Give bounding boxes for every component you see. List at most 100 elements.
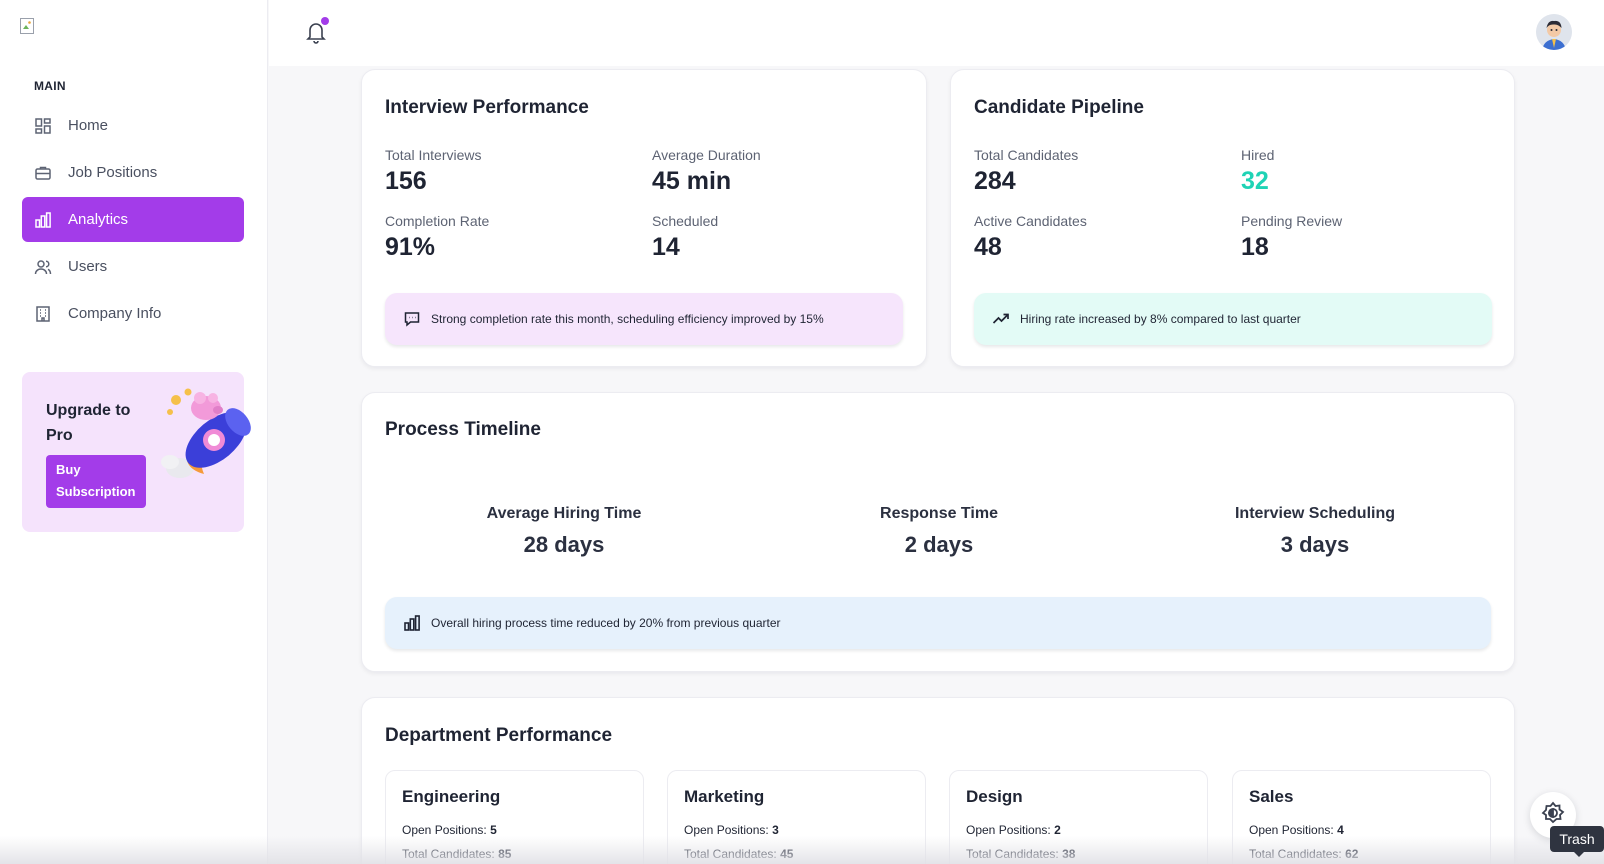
department-open-positions: Open Positions: 5 xyxy=(402,823,497,837)
building-icon xyxy=(34,305,52,323)
briefcase-icon xyxy=(34,164,52,182)
upgrade-card: Upgrade to Pro Buy Subscription xyxy=(22,372,251,532)
stat-completion-rate: Completion Rate 91% xyxy=(385,213,489,262)
stat-value: 18 xyxy=(1241,233,1269,261)
open-positions-value: 4 xyxy=(1337,823,1344,837)
notification-badge xyxy=(321,17,329,25)
stat-label: Total Interviews xyxy=(385,147,482,163)
note-text: Hiring rate increased by 8% compared to … xyxy=(1020,312,1301,326)
total-candidates-label: Total Candidates: xyxy=(684,847,777,861)
timeline-average-hiring-time: Average Hiring Time 28 days xyxy=(444,505,684,558)
stat-average-duration: Average Duration 45 min xyxy=(652,147,761,196)
message-square-icon xyxy=(403,310,421,328)
department-open-positions: Open Positions: 3 xyxy=(684,823,779,837)
upgrade-title: Upgrade to Pro xyxy=(46,402,131,444)
timeline-value: 28 days xyxy=(523,532,605,557)
buy-subscription-button[interactable]: Buy Subscription xyxy=(46,455,146,508)
department-total-candidates: Total Candidates: 85 xyxy=(402,847,511,861)
department-name: Sales xyxy=(1249,787,1294,806)
users-icon xyxy=(34,258,52,276)
open-positions-label: Open Positions: xyxy=(402,823,487,837)
sidebar-nav: Home Job Positions Analytics Users Compa… xyxy=(22,103,244,338)
sidebar-item-label: Analytics xyxy=(68,211,129,228)
open-positions-value: 3 xyxy=(772,823,779,837)
bar-chart-icon xyxy=(403,614,421,632)
department-total-candidates: Total Candidates: 45 xyxy=(684,847,793,861)
stat-label: Scheduled xyxy=(652,213,719,229)
rocket-illustration-icon xyxy=(158,380,262,484)
sidebar: MAIN Home Job Positions Analytics Users xyxy=(0,0,268,864)
sidebar-item-users[interactable]: Users xyxy=(22,244,244,289)
total-candidates-value: 85 xyxy=(498,847,512,861)
stat-total-candidates: Total Candidates 284 xyxy=(974,147,1078,196)
sidebar-item-home[interactable]: Home xyxy=(22,103,244,148)
department-card-design: Design Open Positions: 2 Total Candidate… xyxy=(949,770,1208,864)
sidebar-item-company-info[interactable]: Company Info xyxy=(22,291,244,336)
stat-value: 48 xyxy=(974,233,1002,261)
timeline-insight-note: Overall hiring process time reduced by 2… xyxy=(385,597,1491,649)
department-card-engineering: Engineering Open Positions: 5 Total Cand… xyxy=(385,770,644,864)
note-text: Overall hiring process time reduced by 2… xyxy=(431,616,781,630)
open-positions-label: Open Positions: xyxy=(1249,823,1334,837)
open-positions-label: Open Positions: xyxy=(684,823,769,837)
sidebar-item-label: Company Info xyxy=(68,305,162,322)
card-title: Candidate Pipeline xyxy=(974,97,1144,118)
stat-value: 91% xyxy=(385,233,436,261)
trending-up-icon xyxy=(992,310,1010,328)
stat-value: 14 xyxy=(652,233,680,261)
open-positions-value: 5 xyxy=(490,823,497,837)
top-bar xyxy=(269,0,1604,66)
department-open-positions: Open Positions: 4 xyxy=(1249,823,1344,837)
total-candidates-label: Total Candidates: xyxy=(1249,847,1342,861)
stat-hired: Hired 32 xyxy=(1241,147,1274,196)
sidebar-item-job-positions[interactable]: Job Positions xyxy=(22,150,244,195)
department-name: Engineering xyxy=(402,787,501,806)
note-text: Strong completion rate this month, sched… xyxy=(431,312,824,326)
department-name: Design xyxy=(966,787,1023,806)
total-candidates-label: Total Candidates: xyxy=(402,847,495,861)
bar-chart-icon xyxy=(34,211,52,229)
total-candidates-value: 38 xyxy=(1062,847,1076,861)
total-candidates-label: Total Candidates: xyxy=(966,847,1059,861)
sidebar-item-label: Users xyxy=(68,258,108,275)
timeline-label: Interview Scheduling xyxy=(1234,505,1396,522)
user-avatar[interactable] xyxy=(1536,14,1572,50)
department-card-sales: Sales Open Positions: 4 Total Candidates… xyxy=(1232,770,1491,864)
timeline-label: Average Hiring Time xyxy=(486,505,642,522)
department-name: Marketing xyxy=(684,787,765,806)
department-performance-card: Department Performance Engineering Open … xyxy=(361,697,1515,864)
card-title: Department Performance xyxy=(385,725,613,746)
stat-label: Completion Rate xyxy=(385,213,490,229)
stat-value: 45 min xyxy=(652,167,732,195)
department-total-candidates: Total Candidates: 38 xyxy=(966,847,1075,861)
interview-performance-card: Interview Performance Total Interviews 1… xyxy=(361,69,927,367)
interview-insight-note: Strong completion rate this month, sched… xyxy=(385,293,903,345)
process-timeline-card: Process Timeline Average Hiring Time 28 … xyxy=(361,392,1515,672)
sidebar-item-label: Home xyxy=(68,117,109,134)
timeline-response-time: Response Time 2 days xyxy=(819,505,1059,558)
stat-label: Active Candidates xyxy=(974,213,1087,229)
stat-value: 284 xyxy=(974,167,1016,195)
timeline-label: Response Time xyxy=(880,505,998,522)
stat-total-interviews: Total Interviews 156 xyxy=(385,147,481,196)
stat-value: 156 xyxy=(385,167,427,195)
stat-scheduled: Scheduled 14 xyxy=(652,213,718,262)
trash-tooltip: Trash xyxy=(1550,826,1604,852)
total-candidates-value: 62 xyxy=(1345,847,1359,861)
department-open-positions: Open Positions: 2 xyxy=(966,823,1061,837)
stat-label: Hired xyxy=(1241,147,1275,163)
total-candidates-value: 45 xyxy=(780,847,794,861)
stat-pending-review: Pending Review 18 xyxy=(1241,213,1342,262)
card-title: Interview Performance xyxy=(385,97,589,118)
open-positions-label: Open Positions: xyxy=(966,823,1051,837)
open-positions-value: 2 xyxy=(1054,823,1061,837)
stat-label: Pending Review xyxy=(1241,213,1343,229)
department-total-candidates: Total Candidates: 62 xyxy=(1249,847,1358,861)
sidebar-item-label: Job Positions xyxy=(68,164,158,181)
stat-label: Total Candidates xyxy=(974,147,1079,163)
sidebar-item-analytics[interactable]: Analytics xyxy=(22,197,244,242)
stat-value: 32 xyxy=(1241,167,1269,195)
stat-label: Average Duration xyxy=(652,147,761,163)
department-card-marketing: Marketing Open Positions: 3 Total Candid… xyxy=(667,770,926,864)
broken-logo-image-icon[interactable] xyxy=(20,18,36,34)
